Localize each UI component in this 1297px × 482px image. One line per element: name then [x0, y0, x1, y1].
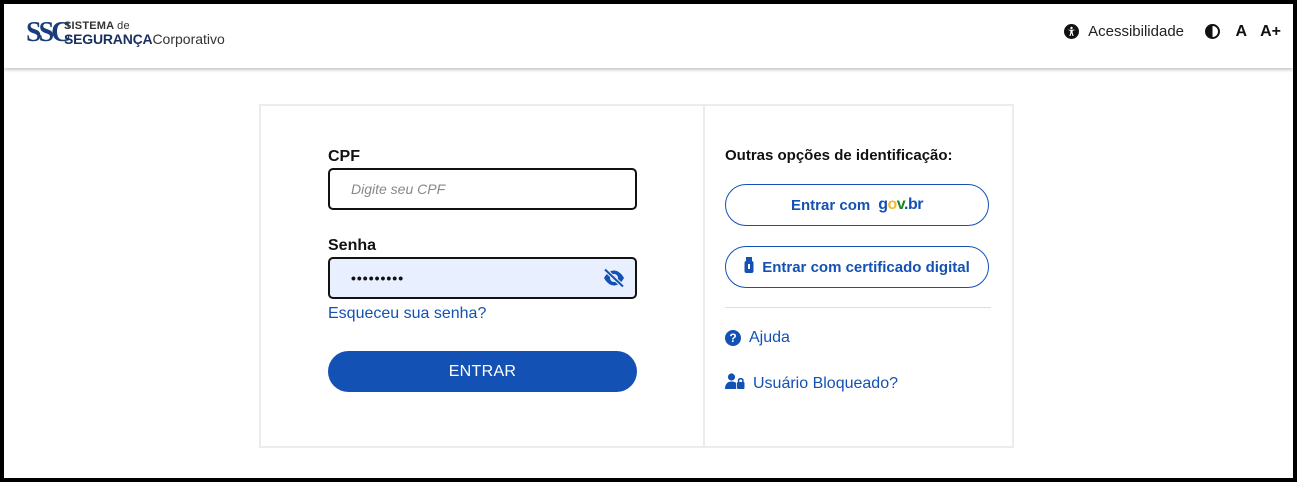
- enter-button[interactable]: ENTRAR: [328, 351, 637, 392]
- accessibility-icon: [1064, 24, 1080, 39]
- top-header: SSC SISTEMA de SEGURANÇACorporativo Aces…: [4, 4, 1293, 68]
- login-form: CPF Digite seu CPF Senha ••••••••• Esque…: [261, 106, 705, 446]
- eye-slash-icon[interactable]: [602, 267, 626, 289]
- certificate-button-label: Entrar com certificado digital: [762, 258, 970, 276]
- govbr-button-label: Entrar com: [791, 196, 871, 214]
- logo-mark: SSC: [26, 17, 71, 48]
- ssc-logo[interactable]: SSC SISTEMA de SEGURANÇACorporativo: [26, 17, 236, 51]
- govbr-logo: gov.br: [878, 196, 923, 213]
- blocked-user-link[interactable]: Usuário Bloqueado?: [725, 373, 898, 394]
- usb-token-icon: [744, 257, 754, 277]
- other-options-panel: Outras opções de identificação: Entrar c…: [705, 106, 1012, 446]
- password-input[interactable]: •••••••••: [328, 257, 637, 299]
- font-increase-button[interactable]: A+: [1260, 23, 1281, 41]
- other-options-title: Outras opções de identificação:: [725, 147, 953, 164]
- cpf-placeholder: Digite seu CPF: [351, 181, 446, 197]
- forgot-password-link[interactable]: Esqueceu sua senha?: [328, 305, 486, 323]
- certificate-login-button[interactable]: Entrar com certificado digital: [725, 246, 989, 288]
- cpf-input[interactable]: Digite seu CPF: [328, 168, 637, 210]
- help-link[interactable]: ? Ajuda: [725, 329, 790, 347]
- font-normal-button[interactable]: A: [1235, 23, 1247, 41]
- password-label: Senha: [328, 237, 377, 254]
- enter-button-label: ENTRAR: [448, 362, 517, 380]
- login-card: CPF Digite seu CPF Senha ••••••••• Esque…: [259, 104, 1014, 448]
- password-value: •••••••••: [351, 270, 405, 286]
- logo-line2: SEGURANÇACorporativo: [64, 31, 225, 47]
- cpf-label: CPF: [328, 148, 360, 165]
- page: SSC SISTEMA de SEGURANÇACorporativo Aces…: [4, 4, 1293, 478]
- user-lock-icon: [725, 373, 745, 394]
- accessibility-label: Acessibilidade: [1088, 23, 1184, 40]
- contrast-icon[interactable]: [1205, 24, 1220, 39]
- govbr-login-button[interactable]: Entrar com gov.br: [725, 184, 989, 226]
- blocked-user-link-label: Usuário Bloqueado?: [753, 374, 898, 392]
- help-link-label: Ajuda: [749, 329, 790, 346]
- question-circle-icon: ?: [725, 330, 741, 346]
- accessibility-link[interactable]: Acessibilidade: [1064, 23, 1184, 40]
- options-divider: [725, 307, 991, 308]
